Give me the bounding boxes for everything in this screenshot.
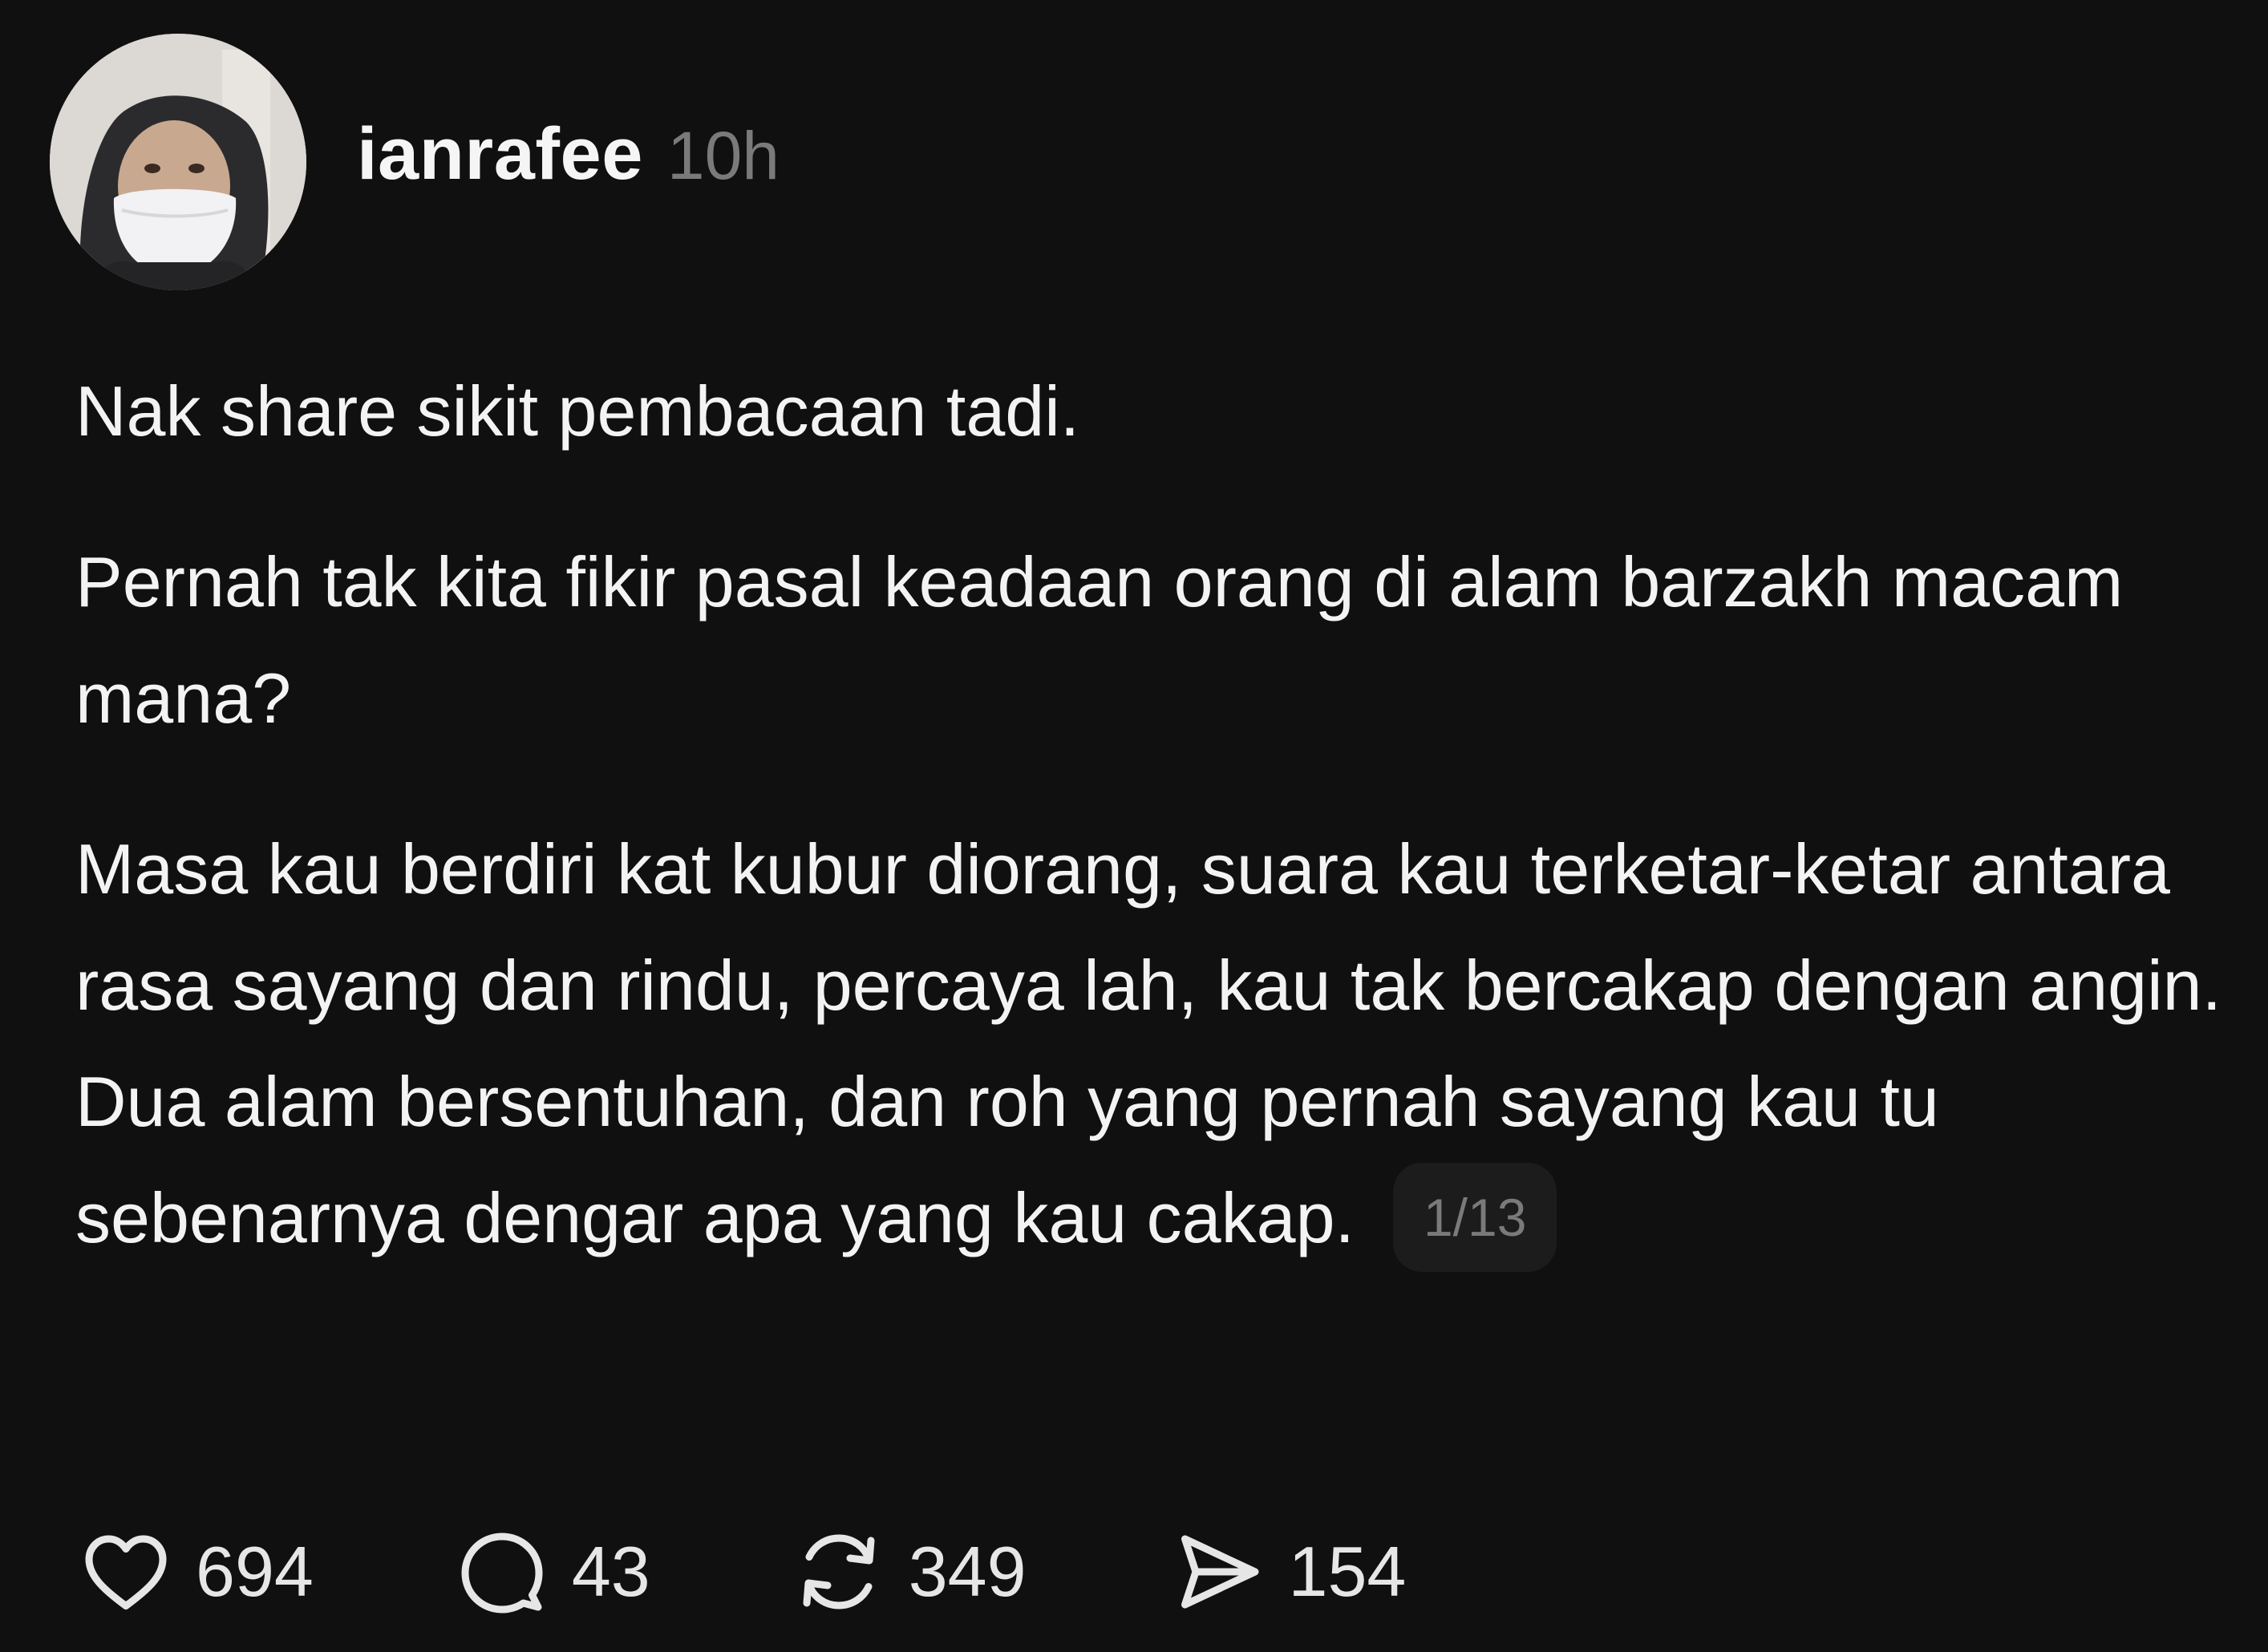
repost-arrows-icon (787, 1520, 891, 1624)
post-body: Nak share sikit pembacaan tadi. Pernah t… (75, 353, 2225, 1278)
like-button[interactable]: 694 (74, 1520, 314, 1624)
post-paragraph-last: Masa kau berdiri kat kubur diorang, suar… (75, 811, 2225, 1278)
reply-count: 43 (571, 1532, 650, 1611)
thread-post: ianrafee 10h Nak share sikit pembacaan t… (0, 0, 2268, 1652)
repost-count: 349 (908, 1532, 1027, 1611)
share-count: 154 (1288, 1532, 1407, 1611)
send-icon (1167, 1520, 1271, 1624)
post-paragraph: Nak share sikit pembacaan tadi. (75, 371, 1080, 451)
timestamp: 10h (666, 118, 780, 193)
username[interactable]: ianrafee (357, 112, 643, 196)
avatar-photo (50, 34, 306, 290)
post-header: ianrafee 10h (357, 112, 780, 196)
share-button[interactable]: 154 (1167, 1520, 1407, 1624)
heart-icon (74, 1520, 178, 1624)
post-paragraph: Pernah tak kita fikir pasal keadaan oran… (75, 542, 2124, 738)
repost-button[interactable]: 349 (787, 1520, 1027, 1624)
page-counter-badge: 1/13 (1392, 1162, 1557, 1272)
speech-bubble-icon (450, 1520, 554, 1624)
reply-button[interactable]: 43 (450, 1520, 650, 1624)
like-count: 694 (196, 1532, 314, 1611)
action-bar: 694 43 349 154 (74, 1520, 1406, 1624)
post-paragraph-text: Masa kau berdiri kat kubur diorang, suar… (75, 829, 2222, 1257)
avatar[interactable] (50, 34, 306, 290)
